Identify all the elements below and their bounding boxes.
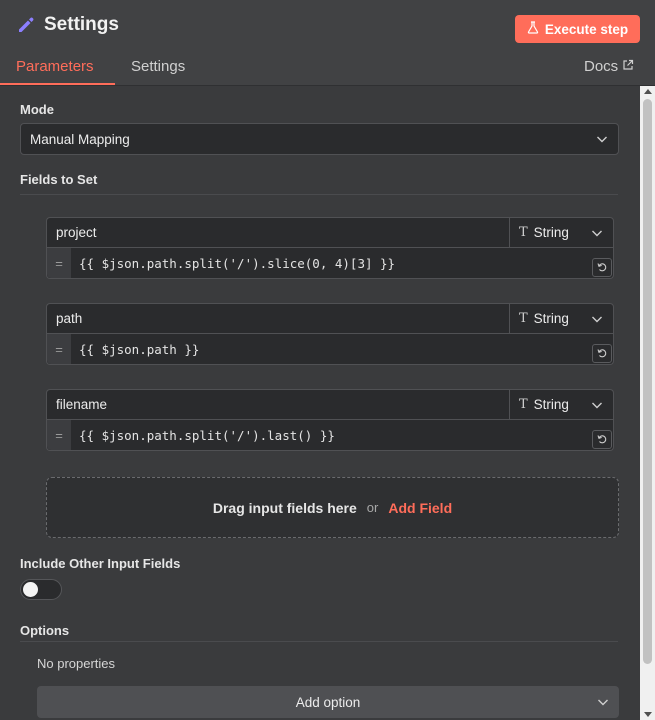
field-path: path T String = {{ $json.path }} [46, 303, 614, 365]
include-other-toggle[interactable] [20, 579, 62, 600]
fields-to-set-label: Fields to Set [20, 172, 98, 187]
dropzone-or: or [366, 500, 379, 515]
execute-step-label: Execute step [544, 21, 629, 37]
refresh-icon[interactable] [592, 258, 612, 277]
field-dropzone[interactable]: Drag input fields here or Add Field [46, 477, 619, 538]
mode-select[interactable]: Manual Mapping [20, 123, 619, 155]
text-type-icon: T [519, 311, 528, 326]
text-type-icon: T [519, 225, 528, 240]
field-value-input[interactable]: = {{ $json.path.split('/').slice(0, 4)[3… [46, 248, 614, 279]
field-value-input[interactable]: = {{ $json.path.split('/').last() }} [46, 420, 614, 451]
chevron-down-icon [597, 695, 609, 710]
chevron-down-icon [591, 225, 603, 240]
refresh-icon[interactable] [592, 430, 612, 449]
panel-header: Settings Execute step Parameters Setting… [0, 0, 655, 86]
docs-label: Docs [584, 58, 619, 75]
field-filename: filename T String = {{ $json.path.split(… [46, 389, 614, 451]
scroll-up-arrow[interactable] [644, 89, 652, 94]
no-properties-text: No properties [37, 656, 116, 671]
tab-settings[interactable]: Settings [131, 58, 185, 75]
expression-mode-marker: = [47, 334, 71, 364]
options-divider [20, 641, 618, 642]
parameters-panel: Mode Manual Mapping Fields to Set projec… [0, 86, 640, 720]
dropzone-text: Drag input fields here [212, 499, 357, 516]
refresh-icon[interactable] [592, 344, 612, 363]
add-option-select[interactable]: Add option [37, 686, 619, 718]
field-name-input[interactable]: project [46, 217, 510, 248]
field-project: project T String = {{ $json.path.split('… [46, 217, 614, 279]
external-link-icon [622, 58, 634, 75]
flask-icon [527, 21, 539, 37]
chevron-down-icon [591, 397, 603, 412]
expression-mode-marker: = [47, 248, 71, 278]
scroll-down-arrow[interactable] [644, 712, 652, 717]
options-label: Options [20, 623, 70, 638]
toggle-knob [23, 582, 38, 597]
field-expression: {{ $json.path.split('/').slice(0, 4)[3] … [79, 255, 396, 271]
field-name-input[interactable]: filename [46, 389, 510, 420]
field-name-input[interactable]: path [46, 303, 510, 334]
field-type-select[interactable]: T String [509, 217, 614, 248]
tab-parameters[interactable]: Parameters [16, 58, 94, 75]
chevron-down-icon [596, 132, 608, 147]
pencil-icon [16, 15, 36, 35]
execute-step-button[interactable]: Execute step [515, 15, 640, 43]
expression-mode-marker: = [47, 420, 71, 450]
vertical-scrollbar[interactable] [640, 86, 655, 720]
text-type-icon: T [519, 397, 528, 412]
add-option-label: Add option [295, 694, 361, 710]
docs-link[interactable]: Docs [584, 58, 634, 75]
field-value-input[interactable]: = {{ $json.path }} [46, 334, 614, 365]
active-tab-indicator [0, 83, 115, 85]
tab-bar: Parameters Settings Docs [0, 56, 655, 86]
field-expression: {{ $json.path }} [79, 341, 200, 357]
mode-value: Manual Mapping [30, 131, 130, 147]
field-type-value: String [533, 311, 569, 326]
scrollbar-thumb[interactable] [643, 99, 652, 664]
field-type-select[interactable]: T String [509, 389, 614, 420]
add-field-link[interactable]: Add Field [388, 500, 452, 516]
field-expression: {{ $json.path.split('/').last() }} [79, 427, 335, 443]
fields-divider [20, 194, 618, 195]
include-other-label: Include Other Input Fields [20, 556, 181, 571]
field-type-select[interactable]: T String [509, 303, 614, 334]
panel-title: Settings [44, 14, 119, 35]
title-row: Settings [16, 14, 119, 36]
chevron-down-icon [591, 311, 603, 326]
field-type-value: String [533, 225, 569, 240]
field-type-value: String [533, 397, 569, 412]
mode-label: Mode [20, 102, 54, 117]
